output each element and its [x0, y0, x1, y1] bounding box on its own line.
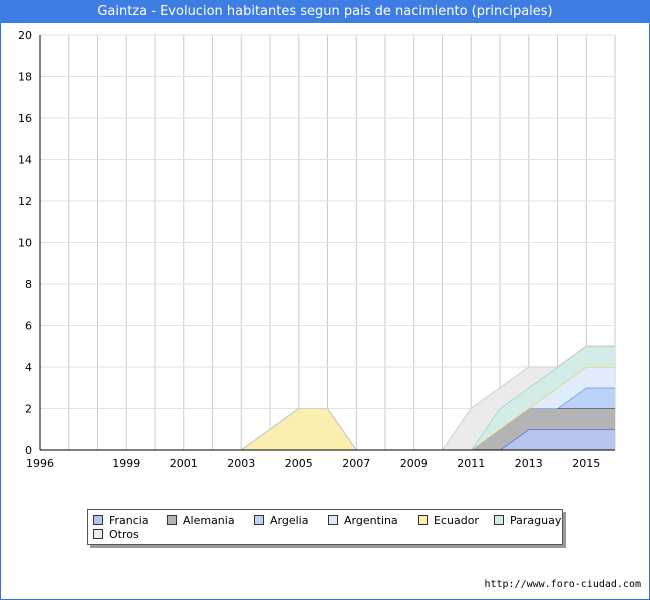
legend-item-otros: Otros: [93, 528, 139, 542]
legend-swatch-argentina: [328, 515, 338, 525]
legend-label-otros: Otros: [109, 528, 139, 541]
footer-url: http://www.foro-ciudad.com: [484, 579, 641, 590]
legend-label-argelia: Argelia: [270, 514, 309, 527]
x-tick-label: 1999: [112, 457, 140, 470]
legend-label-argentina: Argentina: [344, 514, 398, 527]
x-tick-label: 2001: [170, 457, 198, 470]
legend-swatch-paraguay: [494, 515, 504, 525]
y-tick-label: 10: [18, 237, 32, 250]
legend-item-argentina: Argentina: [328, 514, 398, 528]
legend-item-argelia: Argelia: [254, 514, 308, 528]
x-tick-label: 2015: [572, 457, 600, 470]
legend-label-alemania: Alemania: [183, 514, 235, 527]
x-tick-label: 2009: [400, 457, 428, 470]
legend-swatch-francia: [93, 515, 103, 525]
legend-label-paraguay: Paraguay: [510, 514, 562, 527]
y-tick-label: 4: [25, 361, 32, 374]
chart-legend: Francia Alemania Argelia Argentina Ecuad…: [87, 509, 563, 545]
y-tick-label: 18: [18, 71, 32, 84]
y-tick-label: 0: [25, 444, 32, 457]
legend-item-francia: Francia: [93, 514, 149, 528]
x-tick-label: 2011: [457, 457, 485, 470]
x-tick-label: 1996: [26, 457, 54, 470]
y-tick-label: 2: [25, 403, 32, 416]
y-tick-label: 14: [18, 154, 32, 167]
x-tick-label: 2005: [285, 457, 313, 470]
legend-item-alemania: Alemania: [167, 514, 235, 528]
x-tick-label: 2003: [227, 457, 255, 470]
x-tick-label: 2013: [515, 457, 543, 470]
y-tick-label: 6: [25, 320, 32, 333]
legend-item-paraguay: Paraguay: [494, 514, 561, 528]
legend-swatch-otros: [93, 529, 103, 539]
y-tick-label: 12: [18, 195, 32, 208]
legend-label-ecuador: Ecuador: [434, 514, 479, 527]
y-tick-label: 20: [18, 29, 32, 42]
legend-label-francia: Francia: [109, 514, 149, 527]
legend-swatch-alemania: [167, 515, 177, 525]
legend-item-ecuador: Ecuador: [418, 514, 479, 528]
legend-swatch-argelia: [254, 515, 264, 525]
x-tick-label: 2007: [342, 457, 370, 470]
y-tick-label: 8: [25, 278, 32, 291]
y-tick-label: 16: [18, 112, 32, 125]
legend-swatch-ecuador: [418, 515, 428, 525]
